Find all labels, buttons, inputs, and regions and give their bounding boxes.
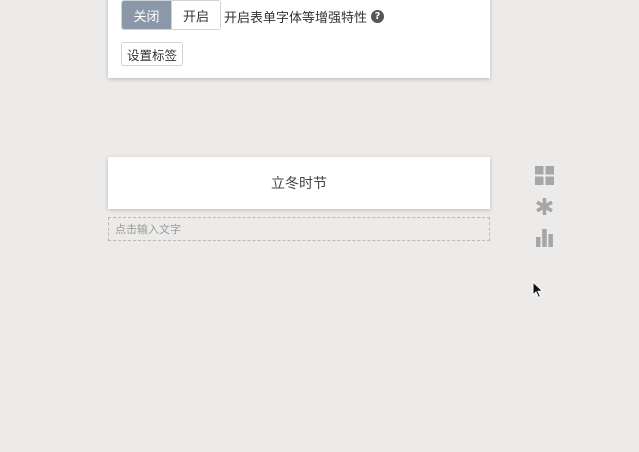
text-input-placeholder[interactable]: 点击输入文字 <box>108 217 490 241</box>
toggle-off-button[interactable]: 关闭 <box>122 1 171 29</box>
mouse-cursor-icon <box>532 281 544 299</box>
enhance-text: 开启表单字体等增强特性 <box>224 11 368 26</box>
title-card[interactable]: 立冬时节 <box>108 157 490 209</box>
enhance-toggle: 关闭 开启 <box>121 0 221 30</box>
help-icon[interactable]: ? <box>371 10 385 23</box>
form-settings-card: 关闭 开启 开启表单字体等增强特性 ? 设置标签 <box>108 0 490 78</box>
set-tag-button[interactable]: 设置标签 <box>121 42 184 66</box>
card-title: 立冬时节 <box>271 176 327 192</box>
bar-chart-icon[interactable] <box>534 227 555 248</box>
grid-icon[interactable] <box>534 165 555 186</box>
asterisk-icon[interactable] <box>534 196 555 217</box>
toggle-on-button[interactable]: 开启 <box>171 1 220 29</box>
enhance-description: 开启表单字体等增强特性 ? <box>224 7 385 26</box>
